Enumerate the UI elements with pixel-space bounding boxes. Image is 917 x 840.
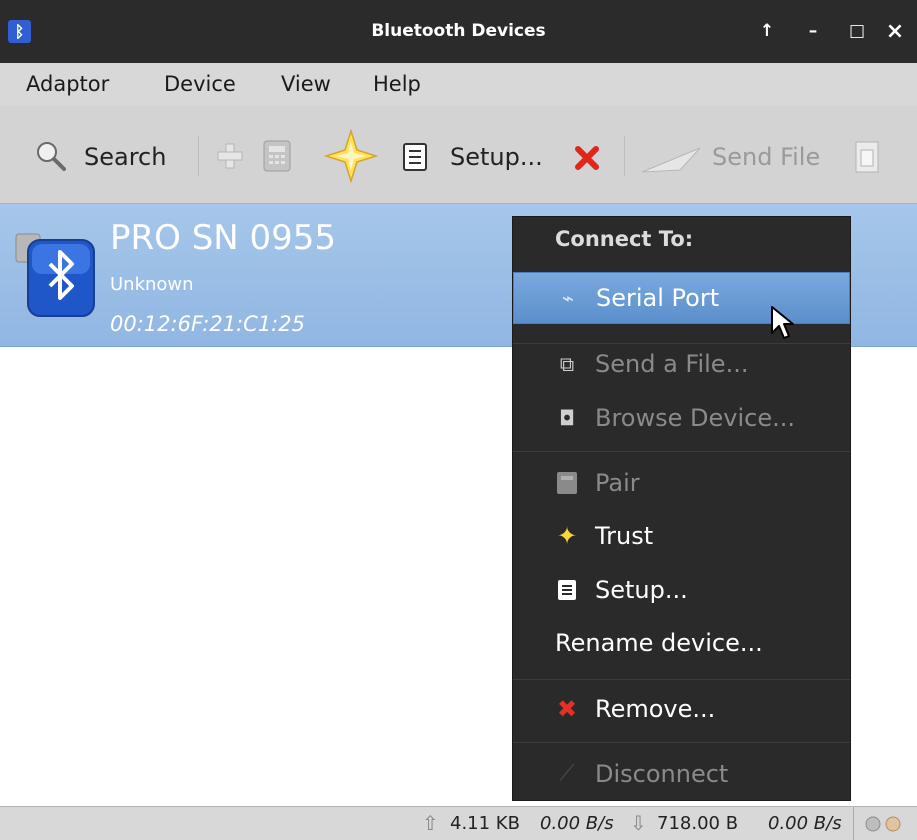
star-icon: ✦ [556, 522, 578, 550]
toolbar-separator [624, 136, 625, 176]
download-arrow-icon: ⇩ [630, 811, 647, 835]
send-file-label: Send File [712, 143, 821, 171]
download-rate: 0.00 B/s [768, 813, 842, 834]
menu-item-browse-device[interactable]: ◘ Browse Device... [513, 393, 850, 443]
setup-label[interactable]: Setup... [450, 106, 543, 203]
upload-total: 4.11 KB [450, 813, 520, 834]
pair-icon [555, 458, 579, 512]
menu-item-serial-port[interactable]: ⌁ Serial Port [513, 272, 850, 324]
menu-separator [513, 451, 850, 452]
title-bar: ᛒ Bluetooth Devices ↑ – □ × [0, 0, 917, 63]
setup-icon [555, 565, 579, 618]
upload-arrow-icon: ⇧ [422, 811, 439, 835]
menu-bar: Adaptor Device View Help [0, 63, 917, 106]
toolbar: Search Setup... Send File [0, 106, 917, 204]
upload-rate: 0.00 B/s [540, 813, 614, 834]
status-bar: ⇧ 4.11 KB 0.00 B/s ⇩ 718.00 B 0.00 B/s [0, 806, 917, 840]
keep-above-button[interactable]: ↑ [752, 0, 782, 63]
mouse-pointer-icon [771, 306, 794, 339]
disconnect-icon: ⟋ [559, 761, 575, 786]
pair-icon[interactable] [262, 139, 292, 173]
menu-device[interactable]: Device [164, 63, 236, 106]
minimize-button[interactable]: – [798, 0, 828, 63]
status-indicator-icon [885, 816, 901, 832]
trust-icon[interactable] [324, 129, 378, 183]
status-indicator-icon [865, 816, 881, 832]
status-separator [853, 807, 854, 840]
menu-item-remove[interactable]: ✖ Remove... [513, 684, 850, 734]
close-button[interactable]: × [880, 0, 910, 63]
menu-item-disconnect[interactable]: ⟋ Disconnect [513, 749, 850, 799]
remove-icon: ✖ [556, 695, 578, 723]
menu-help[interactable]: Help [373, 63, 421, 106]
remove-icon[interactable] [574, 145, 600, 171]
add-icon[interactable] [216, 142, 244, 170]
setup-icon[interactable] [402, 142, 428, 172]
menu-item-rename-device[interactable]: Rename device... [513, 618, 850, 668]
send-file-icon: ⧉ [559, 352, 575, 376]
context-menu-header: Connect To: [555, 227, 694, 251]
browse-icon[interactable] [852, 140, 882, 174]
download-total: 718.00 B [657, 813, 739, 834]
menu-item-trust[interactable]: ✦ Trust [513, 511, 850, 561]
menu-item-setup[interactable]: Setup... [513, 565, 850, 615]
search-label: Search [84, 143, 167, 171]
browse-icon: ◘ [559, 406, 575, 430]
toolbar-separator [198, 136, 199, 176]
menu-view[interactable]: View [281, 63, 331, 106]
search-icon [37, 142, 66, 171]
menu-item-pair[interactable]: Pair [513, 458, 850, 508]
maximize-button[interactable]: □ [842, 0, 872, 63]
send-file-icon[interactable] [640, 146, 702, 174]
device-name: PRO SN 0955 [110, 218, 337, 258]
context-menu: Connect To: ⌁ Serial Port ⧉ Send a File.… [512, 216, 851, 801]
plug-icon: ⌁ [561, 286, 575, 310]
device-class: Unknown [110, 274, 194, 295]
menu-adaptor[interactable]: Adaptor [26, 63, 109, 106]
device-address: 00:12:6F:21:C1:25 [110, 312, 305, 336]
menu-separator [513, 679, 850, 680]
menu-item-send-file[interactable]: ⧉ Send a File... [513, 339, 850, 389]
menu-separator [513, 742, 850, 743]
bluetooth-device-icon [15, 233, 95, 317]
